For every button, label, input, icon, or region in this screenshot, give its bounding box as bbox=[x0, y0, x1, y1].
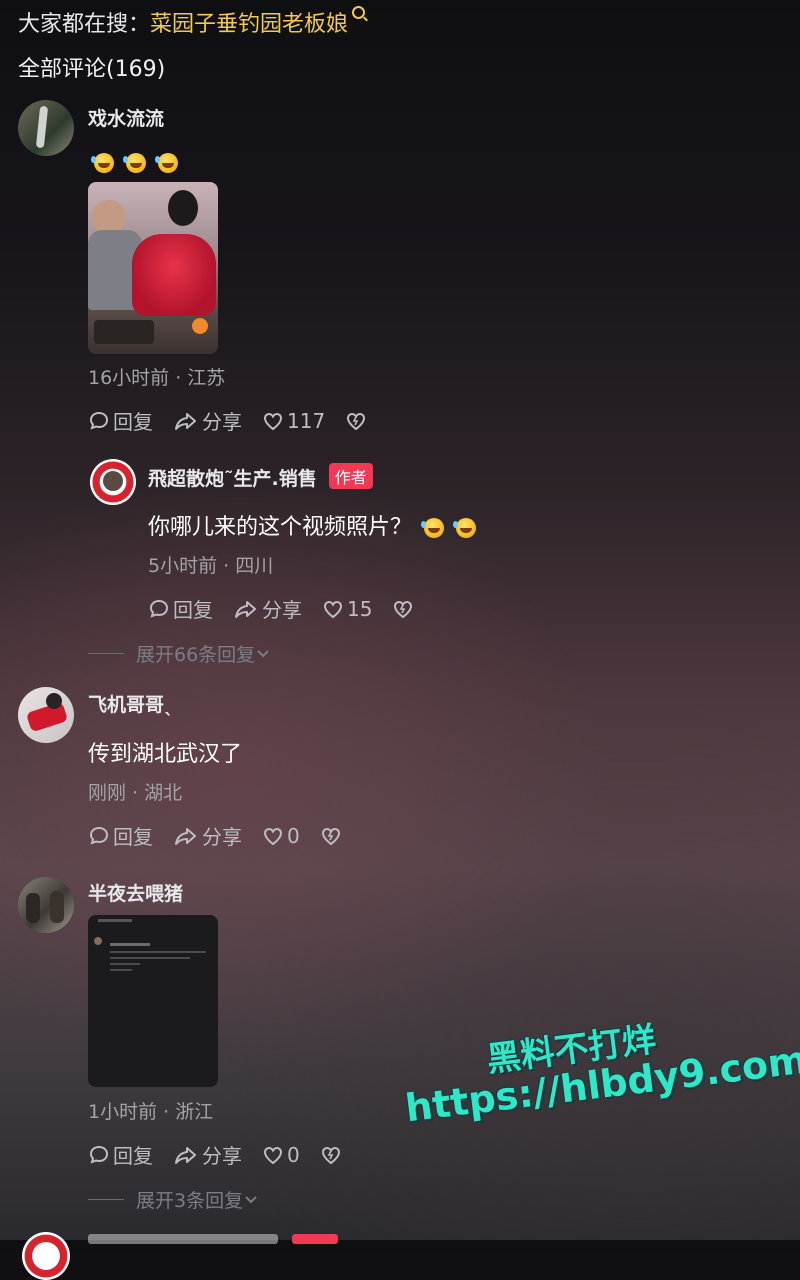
reply-time-location: 5小时前 · 四川 bbox=[148, 555, 274, 577]
share-icon bbox=[175, 1146, 196, 1164]
comment-photo[interactable] bbox=[88, 182, 218, 354]
laughing-emoji-icon bbox=[453, 518, 477, 538]
reply-button[interactable]: 回复 bbox=[88, 406, 153, 435]
expand-replies-button[interactable]: 展开66条回复 bbox=[88, 640, 271, 667]
reply-icon bbox=[89, 411, 109, 430]
search-icon bbox=[352, 6, 366, 19]
share-label: 分享 bbox=[202, 410, 242, 434]
share-icon bbox=[175, 827, 196, 845]
dislike-button[interactable] bbox=[345, 410, 370, 432]
like-button[interactable]: 117 bbox=[262, 409, 325, 433]
comment-username[interactable]: 半夜去喂猪 bbox=[88, 879, 183, 906]
reply-actions: 回复 分享 15 bbox=[148, 594, 437, 623]
share-button[interactable]: 分享 bbox=[173, 406, 242, 435]
like-button[interactable]: 15 bbox=[322, 597, 372, 621]
search-suggestion-keyword[interactable]: 菜园子垂钓园老板娘 bbox=[150, 12, 348, 37]
reply-icon bbox=[149, 599, 169, 618]
share-icon bbox=[175, 412, 196, 430]
reply-text: 你哪儿来的这个视频照片？ bbox=[148, 515, 413, 540]
chevron-down-icon bbox=[245, 1195, 257, 1203]
broken-heart-icon bbox=[347, 412, 366, 430]
laughing-emoji-icon bbox=[155, 152, 178, 173]
share-button[interactable]: 分享 bbox=[233, 594, 302, 623]
comment-time-location: 刚刚 · 湖北 bbox=[88, 782, 183, 804]
expand-replies-label: 展开66条回复 bbox=[136, 644, 256, 666]
heart-icon bbox=[263, 827, 283, 845]
share-icon bbox=[235, 600, 256, 618]
reply-icon bbox=[89, 1145, 109, 1164]
emoji-row bbox=[91, 152, 190, 173]
avatar[interactable] bbox=[18, 100, 74, 156]
broken-heart-icon bbox=[321, 1146, 340, 1164]
share-button[interactable]: 分享 bbox=[173, 1140, 242, 1169]
like-count: 0 bbox=[287, 823, 300, 848]
broken-heart-icon bbox=[321, 827, 340, 845]
comment-time-location: 1小时前 · 浙江 bbox=[88, 1101, 214, 1123]
heart-icon bbox=[263, 1146, 283, 1164]
expand-replies-button[interactable]: 展开3条回复 bbox=[88, 1186, 259, 1213]
avatar[interactable] bbox=[90, 459, 136, 505]
reply-username[interactable]: 飛超散炮˜生产.销售 bbox=[148, 468, 317, 490]
author-badge: 作者 bbox=[328, 463, 373, 489]
dislike-button[interactable] bbox=[392, 598, 417, 620]
reply-icon bbox=[89, 826, 109, 845]
share-label: 分享 bbox=[262, 598, 302, 622]
dislike-button[interactable] bbox=[320, 1144, 345, 1166]
reply-label: 回复 bbox=[113, 1144, 153, 1168]
comment-actions: 回复 分享 117 bbox=[88, 406, 390, 435]
reply-text-row: 你哪儿来的这个视频照片？ bbox=[148, 509, 488, 541]
reply-button[interactable]: 回复 bbox=[148, 594, 213, 623]
search-suggestion-prefix: 大家都在搜： bbox=[18, 12, 151, 37]
broken-heart-icon bbox=[394, 600, 413, 618]
like-count: 15 bbox=[347, 596, 373, 621]
comment-actions: 回复 分享 0 bbox=[88, 1140, 365, 1169]
like-count: 117 bbox=[287, 408, 326, 433]
avatar[interactable] bbox=[22, 1232, 70, 1280]
like-button[interactable]: 0 bbox=[262, 1143, 300, 1167]
search-suggestion[interactable]: 大家都在搜：菜园子垂钓园老板娘 bbox=[18, 6, 366, 38]
heart-icon bbox=[263, 412, 283, 430]
comment-screenshot-image[interactable] bbox=[88, 915, 218, 1087]
comment-actions: 回复 分享 0 bbox=[88, 821, 365, 850]
reply-label: 回复 bbox=[173, 598, 213, 622]
cropped-username-placeholder bbox=[88, 1234, 278, 1244]
reply-label: 回复 bbox=[113, 825, 153, 849]
laughing-emoji-icon bbox=[91, 152, 114, 173]
comment-text: 传到湖北武汉了 bbox=[88, 742, 243, 767]
chevron-down-icon bbox=[257, 649, 269, 657]
share-label: 分享 bbox=[202, 1144, 242, 1168]
laughing-emoji-icon bbox=[123, 152, 146, 173]
comment-username[interactable]: 飞机哥哥ˎ bbox=[88, 690, 174, 717]
avatar[interactable] bbox=[18, 687, 74, 743]
reply-label: 回复 bbox=[113, 410, 153, 434]
like-count: 0 bbox=[287, 1142, 300, 1167]
share-label: 分享 bbox=[202, 825, 242, 849]
reply-button[interactable]: 回复 bbox=[88, 1140, 153, 1169]
comment-time-location: 16小时前 · 江苏 bbox=[88, 367, 226, 389]
comments-count-title: 全部评论(169) bbox=[18, 57, 166, 82]
reply-button[interactable]: 回复 bbox=[88, 821, 153, 850]
laughing-emoji-icon bbox=[421, 518, 445, 538]
divider-line bbox=[88, 653, 124, 654]
divider-line bbox=[88, 1199, 124, 1200]
expand-replies-label: 展开3条回复 bbox=[136, 1190, 244, 1212]
heart-icon bbox=[323, 600, 343, 618]
comment-username[interactable]: 戏水流流 bbox=[88, 104, 164, 131]
like-button[interactable]: 0 bbox=[262, 824, 300, 848]
avatar[interactable] bbox=[18, 877, 74, 933]
cropped-author-badge bbox=[292, 1234, 338, 1244]
dislike-button[interactable] bbox=[320, 825, 345, 847]
share-button[interactable]: 分享 bbox=[173, 821, 242, 850]
reply-username-row: 飛超散炮˜生产.销售 作者 bbox=[148, 463, 373, 491]
